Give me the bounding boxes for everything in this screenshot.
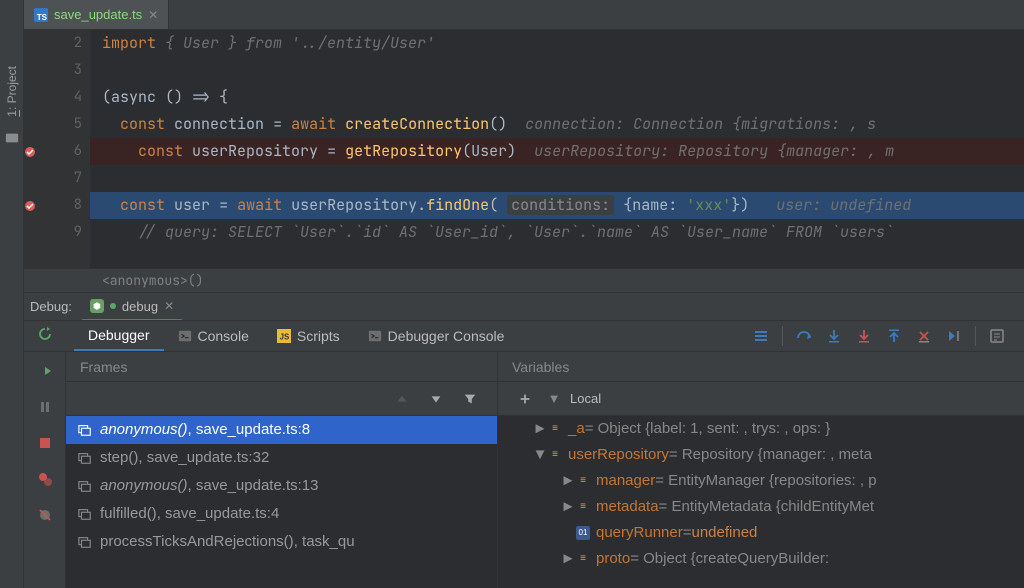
variables-panel: Variables ▼ Local ►≡ _a = Object {label:… bbox=[498, 352, 1024, 588]
running-dot-icon bbox=[110, 303, 116, 309]
step-into-button[interactable] bbox=[821, 323, 847, 349]
frame-icon bbox=[78, 479, 92, 493]
evaluate-expression-button[interactable] bbox=[984, 323, 1010, 349]
frames-list[interactable]: anonymous(), save_update.ts:8 step(), sa… bbox=[66, 416, 497, 556]
frame-up-button[interactable] bbox=[389, 386, 415, 412]
debug-side-actions bbox=[24, 352, 66, 588]
js-icon: JS bbox=[277, 329, 291, 343]
frame-down-button[interactable] bbox=[423, 386, 449, 412]
tab-console[interactable]: Console bbox=[164, 322, 263, 350]
tab-debugger-console[interactable]: Debugger Console bbox=[354, 322, 519, 350]
debug-label: Debug: bbox=[30, 299, 72, 314]
view-breakpoints-button[interactable] bbox=[32, 466, 58, 492]
frame-row[interactable]: anonymous(), save_update.ts:13 bbox=[66, 472, 497, 500]
debug-config-tab[interactable]: ⬢ debug ✕ bbox=[82, 293, 182, 320]
editor-tab-active[interactable]: TS save_update.ts ✕ bbox=[24, 0, 169, 29]
frames-title: Frames bbox=[66, 352, 497, 382]
close-icon[interactable]: ✕ bbox=[164, 299, 174, 313]
variables-title: Variables bbox=[498, 352, 1024, 382]
resume-button[interactable] bbox=[32, 358, 58, 384]
scope-local[interactable]: Local bbox=[570, 391, 601, 406]
stop-button[interactable] bbox=[32, 430, 58, 456]
frame-icon bbox=[78, 535, 92, 549]
console-icon bbox=[178, 329, 192, 343]
tab-scripts[interactable]: JS Scripts bbox=[263, 322, 354, 350]
add-watch-button[interactable] bbox=[512, 386, 538, 412]
frame-row[interactable]: fulfilled(), save_update.ts:4 bbox=[66, 500, 497, 528]
frame-icon bbox=[78, 423, 92, 437]
frame-row[interactable]: processTicksAndRejections(), task_qu bbox=[66, 528, 497, 556]
variable-row[interactable]: ▼≡ userRepository = Repository {manager:… bbox=[498, 442, 1024, 468]
frame-row[interactable]: anonymous(), save_update.ts:8 bbox=[66, 416, 497, 444]
project-icon bbox=[5, 131, 19, 145]
code-content[interactable]: import { User } from '../entity/User' (a… bbox=[90, 30, 1024, 268]
pause-button[interactable] bbox=[32, 394, 58, 420]
layout-button[interactable] bbox=[748, 323, 774, 349]
frame-row[interactable]: step(), save_update.ts:32 bbox=[66, 444, 497, 472]
left-tool-rail: 1: Project bbox=[0, 0, 24, 588]
frame-icon bbox=[78, 507, 92, 521]
breakpoint-icon[interactable] bbox=[24, 144, 38, 160]
svg-text:JS: JS bbox=[280, 333, 290, 342]
mute-breakpoints-button[interactable] bbox=[32, 502, 58, 528]
tab-filename: save_update.ts bbox=[54, 7, 142, 22]
expand-icon[interactable]: ▼ bbox=[546, 391, 562, 406]
variables-list[interactable]: ►≡ _a = Object {label: 1, sent: , trys: … bbox=[498, 416, 1024, 572]
step-over-button[interactable] bbox=[791, 323, 817, 349]
force-step-into-button[interactable] bbox=[851, 323, 877, 349]
variable-row[interactable]: ►≡ metadata = EntityMetadata {childEntit… bbox=[498, 494, 1024, 520]
console-icon bbox=[368, 329, 382, 343]
ts-file-icon: TS bbox=[34, 8, 48, 22]
gutter: 2 3 4 5 6 7 8 9 bbox=[24, 30, 90, 268]
debugger-body: Frames anonymous(), save_update.ts:8 ste… bbox=[24, 352, 1024, 588]
run-to-cursor-button[interactable] bbox=[941, 323, 967, 349]
rerun-button[interactable] bbox=[32, 321, 58, 347]
code-editor[interactable]: 2 3 4 5 6 7 8 9 import { User } from '..… bbox=[24, 30, 1024, 268]
variable-row[interactable]: ►≡ _a = Object {label: 1, sent: , trys: … bbox=[498, 416, 1024, 442]
tab-debugger[interactable]: Debugger bbox=[74, 321, 164, 351]
debugger-toolbar: Debugger Console JS Scripts Debugger Con… bbox=[24, 320, 1024, 352]
debug-tool-header: Debug: ⬢ debug ✕ bbox=[24, 292, 1024, 320]
frames-panel: Frames anonymous(), save_update.ts:8 ste… bbox=[66, 352, 498, 588]
frame-filter-button[interactable] bbox=[457, 386, 483, 412]
breadcrumb[interactable]: <anonymous>() bbox=[24, 268, 1024, 292]
step-out-button[interactable] bbox=[881, 323, 907, 349]
variable-row[interactable]: ►≡ manager = EntityManager {repositories… bbox=[498, 468, 1024, 494]
variable-row[interactable]: 01 queryRunner = undefined bbox=[498, 520, 1024, 546]
project-tool-window-button[interactable]: 1: Project bbox=[3, 60, 21, 123]
frames-toolbar bbox=[66, 382, 497, 416]
close-tab-icon[interactable]: ✕ bbox=[148, 8, 158, 22]
breakpoint-icon[interactable] bbox=[24, 198, 38, 214]
frame-icon bbox=[78, 451, 92, 465]
editor-tab-bar: TS save_update.ts ✕ bbox=[24, 0, 1024, 30]
variables-toolbar: ▼ Local bbox=[498, 382, 1024, 416]
variable-row[interactable]: ►≡ proto = Object {createQueryBuilder: bbox=[498, 546, 1024, 572]
drop-frame-button[interactable] bbox=[911, 323, 937, 349]
node-icon: ⬢ bbox=[90, 299, 104, 313]
